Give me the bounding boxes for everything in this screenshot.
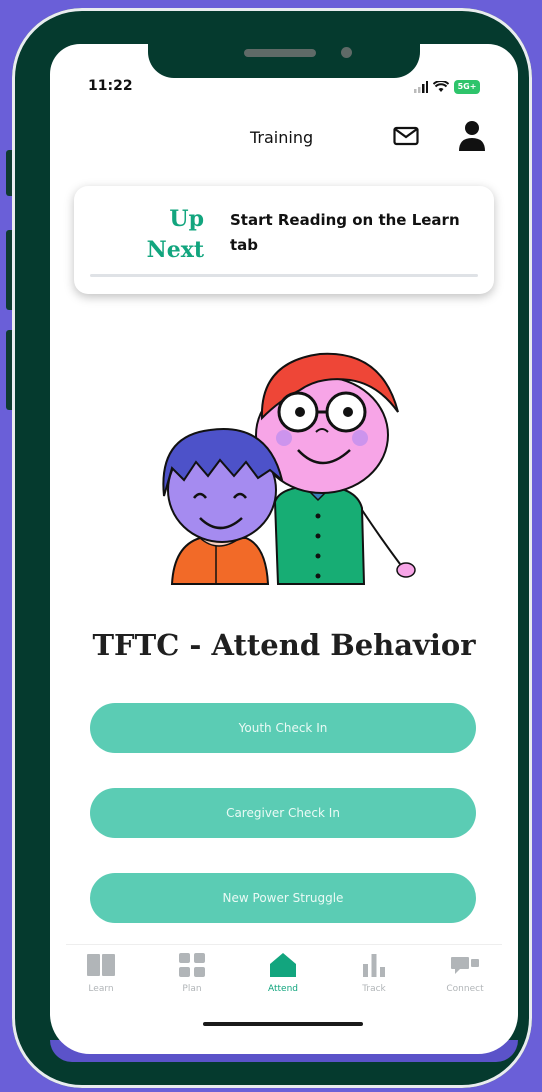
up-next-label-line2: Next: [146, 237, 204, 263]
mail-icon[interactable]: [393, 126, 419, 146]
tab-plan-label: Plan: [182, 984, 202, 994]
tab-plan[interactable]: Plan: [157, 952, 227, 994]
wifi-icon: [433, 81, 449, 92]
page-title: TFTC - Attend Behavior: [92, 628, 476, 662]
new-power-struggle-button[interactable]: New Power Struggle: [90, 873, 476, 923]
bar-chart-icon: [363, 954, 385, 977]
tab-bar-divider: [66, 944, 502, 945]
up-next-label-line1: Up: [169, 206, 204, 232]
tab-learn[interactable]: Learn: [66, 952, 136, 994]
tab-connect[interactable]: Connect: [430, 952, 500, 994]
front-camera: [341, 47, 352, 58]
tab-learn-label: Learn: [88, 984, 114, 994]
speaker-grille: [244, 49, 316, 57]
signal-icon: [414, 81, 428, 93]
book-icon: [87, 954, 115, 976]
grid-icon: [179, 953, 205, 977]
chat-icon: [451, 957, 479, 974]
up-next-card[interactable]: Up Next Start Reading on the Learn tab: [74, 186, 494, 294]
youth-check-in-button[interactable]: Youth Check In: [90, 703, 476, 753]
up-next-message: Start Reading on the Learn tab: [230, 211, 460, 254]
status-icons: 5G+: [414, 80, 480, 94]
tab-track[interactable]: Track: [339, 952, 409, 994]
progress-bar: [90, 274, 478, 277]
status-time: 11:22: [88, 78, 133, 94]
tab-track-label: Track: [362, 984, 386, 994]
child-and-adult-illustration: [162, 352, 416, 585]
home-indicator: [203, 1022, 363, 1026]
caregiver-check-in-button[interactable]: Caregiver Check In: [90, 788, 476, 838]
up-next-label: Up Next: [134, 204, 204, 266]
battery-icon: 5G+: [454, 80, 480, 94]
home-icon: [270, 953, 296, 977]
profile-icon[interactable]: [458, 120, 486, 152]
header-title: Training: [250, 128, 314, 147]
tab-attend-label: Attend: [267, 984, 298, 994]
tab-attend[interactable]: Attend: [248, 952, 318, 994]
tab-connect-label: Connect: [446, 984, 484, 994]
